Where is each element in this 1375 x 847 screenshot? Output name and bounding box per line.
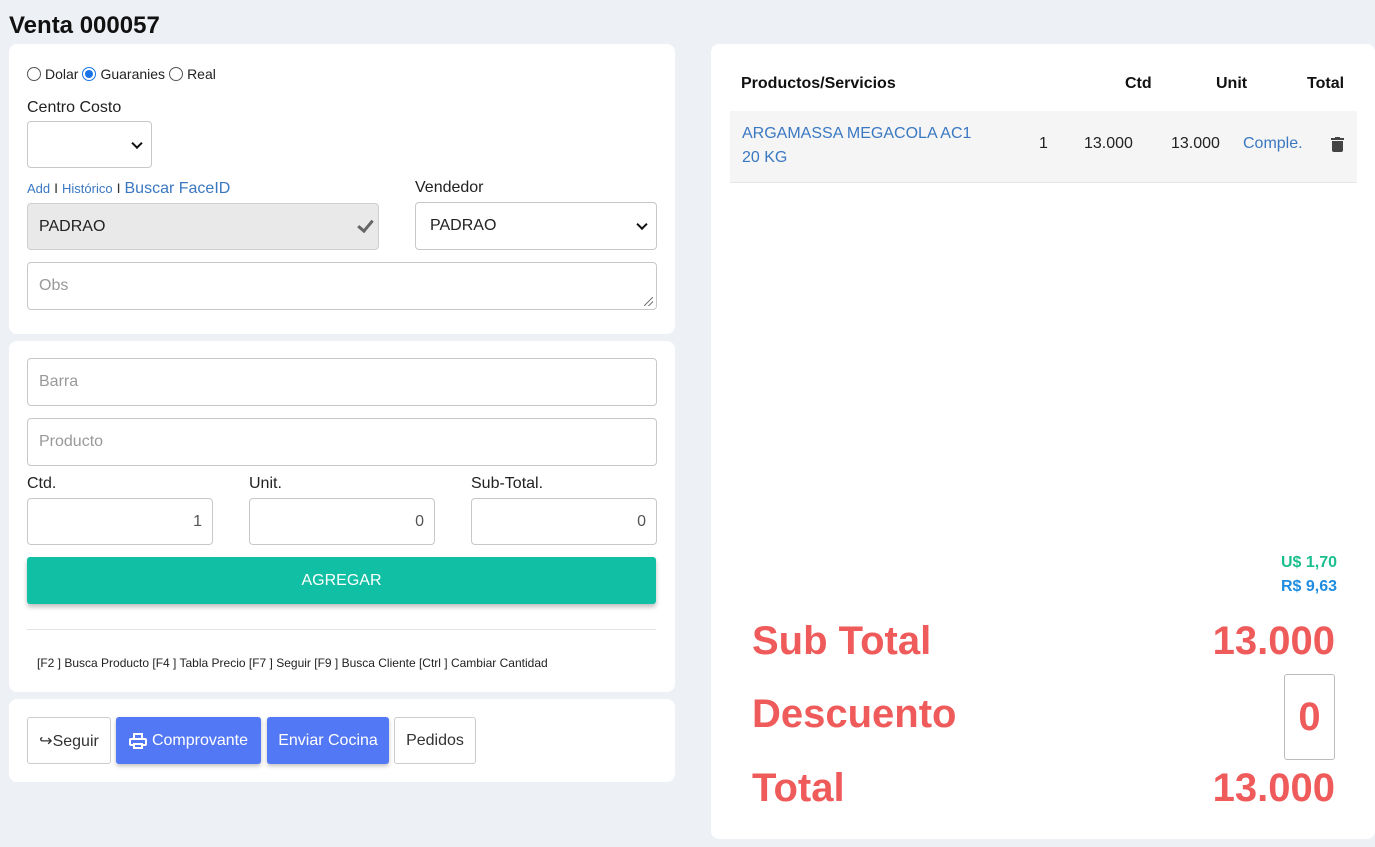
seguir-button[interactable]: ↪Seguir xyxy=(27,717,111,764)
cart-item-total: 13.000 xyxy=(1171,135,1220,152)
client-links: Add I Histórico I Buscar FaceID xyxy=(27,180,230,198)
pedidos-button[interactable]: Pedidos xyxy=(394,717,476,764)
keyboard-shortcuts-hint: [F2 ] Busca Producto [F4 ] Tabla Precio … xyxy=(37,656,548,670)
buscar-faceid-link[interactable]: Buscar FaceID xyxy=(125,180,231,198)
ctd-input[interactable]: 1 xyxy=(27,498,213,545)
chevron-down-icon xyxy=(131,137,143,149)
barra-input[interactable]: Barra xyxy=(27,358,657,406)
trash-icon[interactable] xyxy=(1331,137,1344,152)
pedidos-label: Pedidos xyxy=(406,731,464,749)
brl-equivalent: R$ 9,63 xyxy=(1280,578,1337,595)
add-client-link[interactable]: Add xyxy=(27,181,50,196)
enviar-cocina-button[interactable]: Enviar Cocina xyxy=(267,717,389,764)
currency-label-guaranies[interactable]: Guaranies xyxy=(100,66,165,82)
total-label: Total xyxy=(752,766,845,810)
unit-input[interactable]: 0 xyxy=(249,498,435,545)
subtotal-value: 0 xyxy=(637,512,646,530)
cart-row[interactable]: ARGAMASSA MEGACOLA AC1 20 KG 1 13.000 13… xyxy=(730,111,1357,183)
barra-placeholder: Barra xyxy=(39,373,79,390)
total-value: 13.000 xyxy=(1212,766,1335,810)
link-separator: I xyxy=(116,180,121,196)
client-field[interactable]: PADRAO xyxy=(27,203,379,250)
cart-item-unit: 13.000 xyxy=(1084,135,1133,152)
currency-radio-guaranies[interactable] xyxy=(82,67,97,81)
vendedor-select[interactable]: PADRAO xyxy=(415,202,657,250)
cart-item-ctd: 1 xyxy=(1039,135,1048,152)
client-value: PADRAO xyxy=(39,217,106,235)
product-entry-card: Barra Producto Ctd. Unit. Sub-Total. 1 0… xyxy=(9,341,675,692)
page-title: Venta 000057 xyxy=(9,12,160,39)
ctd-value: 1 xyxy=(193,512,202,530)
header-total: Total xyxy=(1307,75,1345,92)
header-product: Productos/Servicios xyxy=(741,75,896,92)
header-unit: Unit xyxy=(1216,75,1248,92)
enviar-cocina-label: Enviar Cocina xyxy=(278,731,378,749)
currency-selector: Dolar Guaranies Real xyxy=(27,66,220,82)
sale-info-card: Dolar Guaranies Real Centro Costo Add I … xyxy=(9,44,675,334)
currency-radio-real[interactable] xyxy=(169,67,184,81)
producto-input[interactable]: Producto xyxy=(27,418,657,466)
usd-equivalent: U$ 1,70 xyxy=(1280,554,1337,571)
seguir-label: ↪Seguir xyxy=(39,732,99,750)
chevron-down-icon xyxy=(636,218,648,231)
link-separator: I xyxy=(54,180,59,196)
cart-panel: Productos/Servicios Ctd Unit Total ARGAM… xyxy=(711,44,1375,839)
subtotal-input[interactable]: 0 xyxy=(471,498,657,545)
unit-label: Unit. xyxy=(249,475,282,492)
cart-item-name[interactable]: ARGAMASSA MEGACOLA AC1 20 KG xyxy=(742,122,982,170)
subtotal-value: 13.000 xyxy=(1212,619,1335,663)
producto-placeholder: Producto xyxy=(39,433,104,450)
actions-card: ↪Seguir Comprovante Enviar Cocina Pedido… xyxy=(9,699,675,782)
divider xyxy=(27,629,656,630)
unit-value: 0 xyxy=(415,512,424,530)
centro-costo-label: Centro Costo xyxy=(27,99,122,116)
historico-link[interactable]: Histórico xyxy=(62,181,113,196)
printer-icon xyxy=(128,732,147,749)
subtotal-label: Sub Total xyxy=(752,619,932,663)
comprovante-button[interactable]: Comprovante xyxy=(116,717,261,764)
centro-costo-select[interactable] xyxy=(27,121,152,168)
currency-label-real[interactable]: Real xyxy=(187,66,216,82)
cart-item-complement-link[interactable]: Comple. xyxy=(1243,135,1303,153)
obs-placeholder: Obs xyxy=(39,277,69,294)
header-ctd: Ctd xyxy=(1125,75,1152,92)
check-icon xyxy=(357,215,374,234)
vendedor-value: PADRAO xyxy=(430,217,497,234)
agregar-button[interactable]: AGREGAR xyxy=(27,557,656,604)
obs-textarea[interactable]: Obs xyxy=(27,262,657,310)
comprovante-label: Comprovante xyxy=(151,731,249,749)
vendedor-label: Vendedor xyxy=(415,179,484,196)
resize-grip-icon[interactable] xyxy=(644,297,653,306)
descuento-input[interactable]: 0 xyxy=(1284,674,1335,760)
descuento-label: Descuento xyxy=(752,692,957,736)
descuento-value: 0 xyxy=(1298,694,1321,739)
cart-header: Productos/Servicios Ctd Unit Total xyxy=(741,75,1345,95)
subtotal-label: Sub-Total. xyxy=(471,475,544,492)
currency-radio-dolar[interactable] xyxy=(27,67,41,81)
ctd-label: Ctd. xyxy=(27,475,57,492)
currency-label-dolar[interactable]: Dolar xyxy=(45,66,78,82)
